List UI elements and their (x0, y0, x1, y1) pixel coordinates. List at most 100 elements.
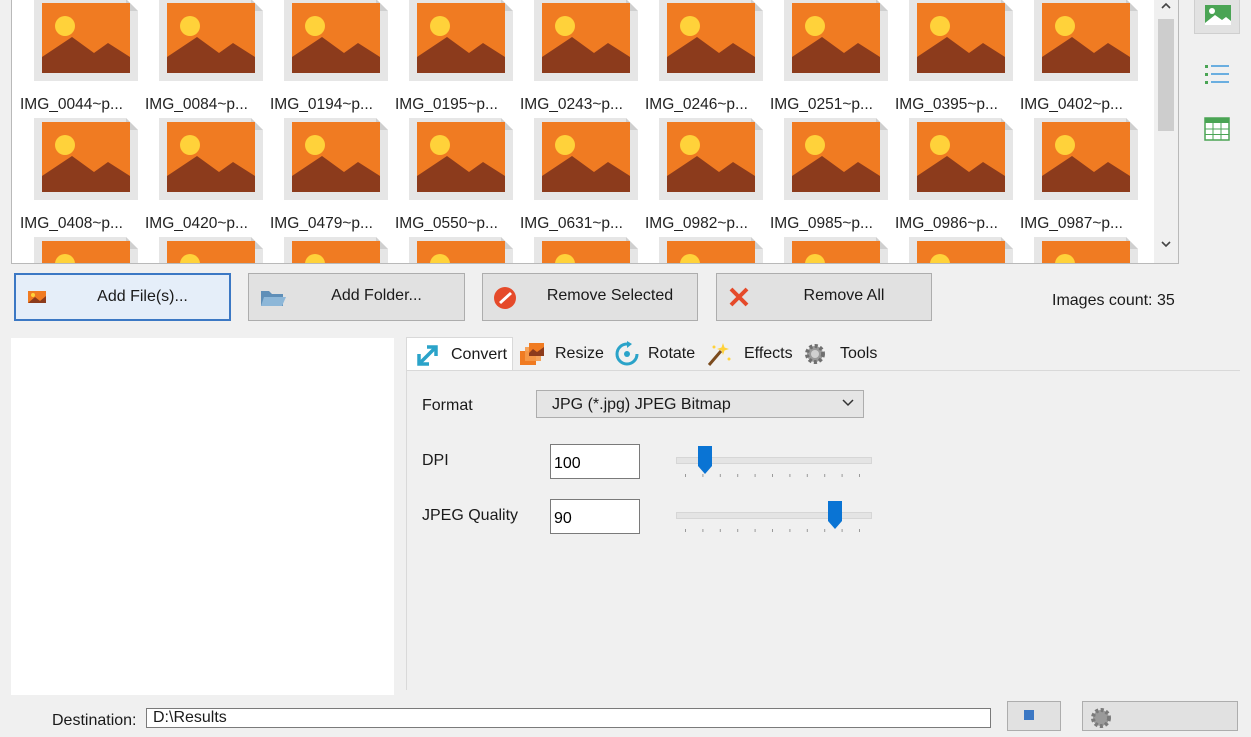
image-file-icon (909, 0, 1013, 81)
file-thumbnail[interactable] (20, 237, 142, 263)
image-file-icon (409, 118, 513, 200)
remove-selected-button[interactable]: Remove Selected (482, 273, 698, 321)
file-name: IMG_0986~p... (895, 215, 998, 232)
file-thumbnail[interactable]: IMG_0246~p... (645, 0, 767, 117)
destination-label: Destination: (52, 712, 137, 729)
start-button[interactable] (1082, 701, 1238, 731)
tab-panel-border (406, 370, 407, 690)
convert-icon (417, 345, 438, 366)
effects-wand-icon (707, 343, 731, 366)
file-thumbnail[interactable]: IMG_0044~p... (20, 0, 142, 117)
remove-all-button[interactable]: Remove All (716, 273, 932, 321)
image-file-icon (34, 118, 138, 200)
image-file-icon (909, 118, 1013, 200)
image-file-icon (1034, 237, 1138, 263)
destination-input[interactable]: D:\Results (146, 708, 991, 728)
tab-tools-label: Tools (840, 345, 878, 362)
file-thumbnail[interactable]: IMG_0550~p... (395, 118, 517, 236)
image-file-icon (784, 0, 888, 81)
tab-tools[interactable]: Tools (797, 337, 887, 370)
image-file-icon (659, 0, 763, 81)
file-grid[interactable]: IMG_0044~p... IMG_0084~p... IMG_0194~p... I… (11, 0, 1179, 264)
list-view-button[interactable] (1194, 57, 1240, 93)
image-file-icon (659, 118, 763, 200)
file-thumbnail[interactable]: IMG_0402~p... (1020, 0, 1142, 117)
file-thumbnail[interactable]: IMG_0194~p... (270, 0, 392, 117)
image-file-icon (284, 118, 388, 200)
file-thumbnail[interactable]: IMG_0987~p... (1020, 118, 1142, 236)
rotate-icon (615, 341, 639, 366)
thumbnail-view-icon (1205, 5, 1231, 25)
file-name: IMG_0479~p... (270, 215, 373, 232)
file-thumbnail[interactable]: IMG_0420~p... (145, 118, 267, 236)
file-thumbnail[interactable] (1020, 237, 1142, 263)
chevron-down-icon[interactable] (1154, 237, 1178, 255)
add-files-label: Add File(s)... (97, 288, 188, 305)
file-name: IMG_0987~p... (1020, 215, 1123, 232)
file-thumbnail[interactable]: IMG_0395~p... (895, 0, 1017, 117)
file-thumbnail[interactable] (645, 237, 767, 263)
jpeg-quality-slider-track (676, 512, 872, 519)
add-folder-button[interactable]: Add Folder... (248, 273, 465, 321)
image-file-icon (159, 118, 263, 200)
tab-rotate[interactable]: Rotate (609, 337, 701, 370)
file-thumbnail[interactable]: IMG_0408~p... (20, 118, 142, 236)
file-name: IMG_0195~p... (395, 96, 498, 113)
file-thumbnail[interactable]: IMG_0195~p... (395, 0, 517, 117)
file-thumbnail[interactable]: IMG_0986~p... (895, 118, 1017, 236)
vertical-scrollbar[interactable] (1154, 0, 1178, 263)
file-thumbnail[interactable]: IMG_0243~p... (520, 0, 642, 117)
file-thumbnail[interactable] (770, 237, 892, 263)
file-name: IMG_0243~p... (520, 96, 623, 113)
dpi-input[interactable] (550, 444, 640, 479)
file-thumbnail[interactable] (395, 237, 517, 263)
file-thumbnail[interactable]: IMG_0982~p... (645, 118, 767, 236)
file-thumbnail[interactable]: IMG_0479~p... (270, 118, 392, 236)
file-thumbnail[interactable]: IMG_0985~p... (770, 118, 892, 236)
jpeg-quality-slider-ticks (685, 529, 860, 532)
file-name: IMG_0194~p... (270, 96, 373, 113)
images-count: Images count: 35 (1052, 292, 1175, 309)
chevron-up-icon[interactable] (1154, 0, 1178, 17)
jpeg-quality-input[interactable] (550, 499, 640, 534)
file-name: IMG_0631~p... (520, 215, 623, 232)
add-files-button[interactable]: Add File(s)... (14, 273, 231, 321)
browse-destination-button[interactable] (1007, 701, 1061, 731)
image-file-icon (909, 237, 1013, 263)
tab-convert-label: Convert (451, 346, 508, 363)
tab-effects[interactable]: Effects (702, 337, 796, 370)
file-name: IMG_0550~p... (395, 215, 498, 232)
image-file-icon (159, 237, 263, 263)
format-select[interactable]: JPG (*.jpg) JPEG Bitmap (536, 390, 864, 418)
file-thumbnail[interactable] (145, 237, 267, 263)
file-name: IMG_0982~p... (645, 215, 748, 232)
file-thumbnail[interactable]: IMG_0084~p... (145, 0, 267, 117)
thumbnail-view-button[interactable] (1194, 0, 1240, 34)
file-thumbnail[interactable] (270, 237, 392, 263)
tools-gear-icon (805, 344, 825, 364)
tab-rotate-label: Rotate (648, 345, 696, 362)
file-name: IMG_0395~p... (895, 96, 998, 113)
close-icon (729, 287, 749, 307)
image-file-icon (534, 237, 638, 263)
file-name: IMG_0246~p... (645, 96, 748, 113)
image-file-icon (409, 0, 513, 81)
file-thumbnail[interactable]: IMG_0251~p... (770, 0, 892, 117)
tab-convert[interactable]: Convert (406, 337, 513, 370)
dpi-slider-knob[interactable] (698, 446, 713, 474)
preview-panel (11, 338, 394, 695)
list-view-icon (1205, 65, 1229, 84)
dpi-slider[interactable] (676, 446, 872, 480)
tab-resize[interactable]: Resize (514, 337, 608, 370)
file-thumbnail[interactable] (895, 237, 1017, 263)
tab-divider (406, 370, 1240, 371)
scrollbar-thumb[interactable] (1158, 19, 1174, 131)
folder-icon (261, 291, 286, 306)
table-view-button[interactable] (1194, 112, 1240, 148)
file-thumbnail[interactable] (520, 237, 642, 263)
file-name: IMG_0408~p... (20, 215, 123, 232)
file-thumbnail[interactable]: IMG_0631~p... (520, 118, 642, 236)
jpeg-quality-slider-knob[interactable] (828, 501, 843, 529)
jpeg-quality-slider[interactable] (676, 501, 872, 535)
image-file-icon (284, 237, 388, 263)
